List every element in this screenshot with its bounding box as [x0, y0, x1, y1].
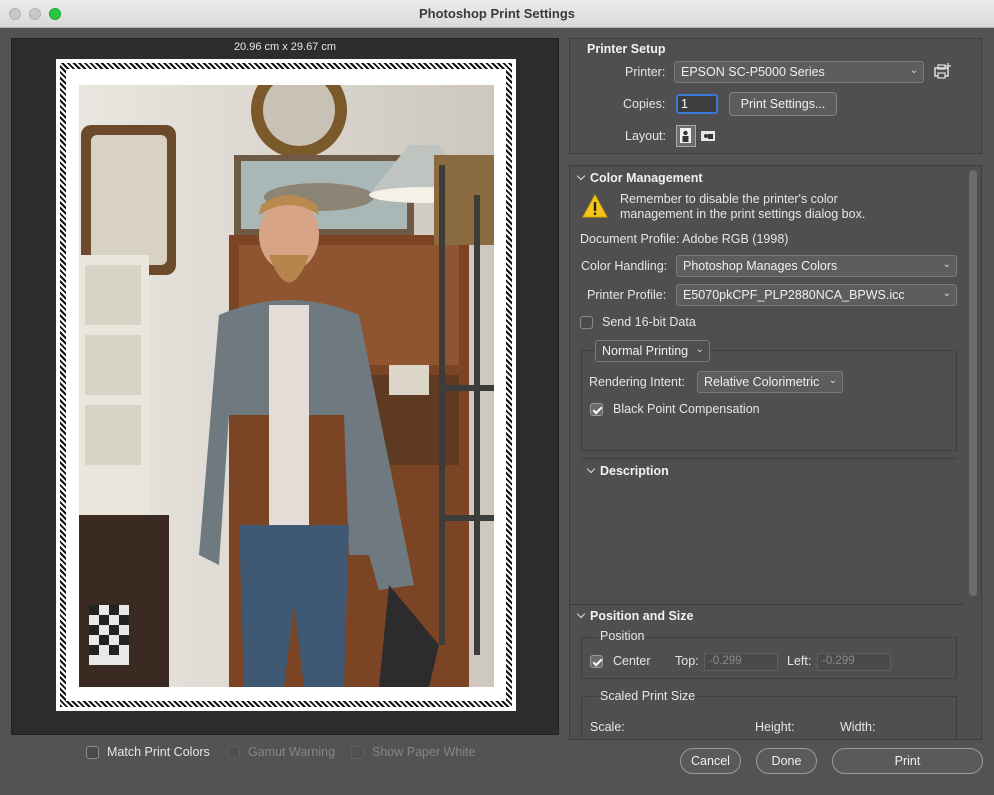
settings-scrollbar[interactable] [969, 170, 977, 596]
send-16bit-label: Send 16-bit Data [602, 315, 696, 329]
match-print-colors-checkbox[interactable] [86, 745, 99, 759]
normal-printing-select[interactable]: Normal Printing ⌄ [595, 340, 710, 362]
printer-select-value: EPSON SC-P5000 Series [681, 65, 825, 79]
rendering-intent-value: Relative Colorimetric [704, 375, 820, 389]
color-warning-text: Remember to disable the printer's color … [620, 192, 866, 221]
chevron-down-icon [576, 171, 586, 181]
description-title: Description [600, 464, 669, 478]
normal-printing-group [581, 350, 957, 451]
printer-profile-label: Printer Profile: [587, 288, 667, 302]
printer-setup-panel: Printer Setup Printer: EPSON SC-P5000 Se… [569, 38, 982, 154]
top-field: -0.299 [704, 653, 778, 671]
gamut-warning-label: Gamut Warning [248, 745, 336, 759]
rendering-intent-select[interactable]: Relative Colorimetric ⌄ [697, 371, 843, 393]
cancel-button[interactable]: Cancel [680, 748, 741, 774]
window-title: Photoshop Print Settings [419, 6, 575, 21]
description-divider [581, 458, 957, 459]
show-paper-white-checkbox [351, 745, 364, 759]
title-bar: Photoshop Print Settings [0, 0, 994, 28]
copies-label: Copies: [623, 97, 666, 111]
top-label: Top: [675, 654, 699, 668]
portrait-photo [79, 85, 494, 687]
printer-setup-header: Printer Setup [587, 42, 666, 56]
chevron-down-icon: ⌄ [942, 288, 951, 299]
left-label: Left: [787, 654, 812, 668]
gamut-warning-option: Gamut Warning [227, 745, 335, 759]
black-point-option[interactable]: Black Point Compensation [590, 402, 760, 416]
scaled-print-size-label: Scaled Print Size [599, 689, 697, 703]
document-profile-text: Document Profile: Adobe RGB (1998) [580, 232, 789, 246]
done-button[interactable]: Done [756, 748, 817, 774]
scale-label: Scale: [590, 720, 625, 734]
printer-select[interactable]: EPSON SC-P5000 Series ⌄ [674, 61, 924, 83]
preview-image[interactable] [79, 85, 494, 687]
section-divider [570, 604, 964, 605]
black-point-checkbox[interactable] [590, 402, 603, 416]
color-handling-value: Photoshop Manages Colors [683, 259, 838, 273]
printer-profile-select[interactable]: E5070pkCPF_PLP2880NCA_BPWS.icc ⌄ [676, 284, 957, 306]
show-paper-white-label: Show Paper White [372, 745, 476, 759]
match-print-colors-option[interactable]: Match Print Colors [86, 745, 210, 759]
match-print-colors-label: Match Print Colors [107, 745, 210, 759]
chevron-down-icon: ⌄ [695, 344, 704, 355]
landscape-layout-icon[interactable] [700, 128, 716, 144]
position-size-header[interactable]: Position and Size [576, 609, 694, 623]
color-handling-label: Color Handling: [581, 259, 668, 273]
copies-input[interactable]: 1 [676, 94, 718, 114]
center-label: Center [613, 654, 651, 668]
send-16bit-option[interactable]: Send 16-bit Data [580, 315, 696, 329]
width-label: Width: [840, 720, 876, 734]
chevron-down-icon: ⌄ [909, 65, 918, 76]
color-handling-select[interactable]: Photoshop Manages Colors ⌄ [676, 255, 957, 277]
center-checkbox[interactable] [590, 654, 603, 668]
portrait-layout-icon[interactable] [676, 125, 696, 147]
color-management-header[interactable]: Color Management [576, 171, 703, 185]
send-16bit-checkbox[interactable] [580, 315, 593, 329]
chevron-down-icon: ⌄ [828, 375, 837, 386]
chevron-down-icon [586, 464, 596, 474]
center-option[interactable]: Center [590, 654, 651, 668]
height-label: Height: [755, 720, 795, 734]
show-paper-white-option: Show Paper White [351, 745, 476, 759]
gamut-warning-checkbox [227, 745, 240, 759]
print-settings-button[interactable]: Print Settings... [729, 92, 837, 116]
position-label: Position [599, 629, 646, 643]
printer-profile-value: E5070pkCPF_PLP2880NCA_BPWS.icc [683, 288, 905, 302]
left-field: -0.299 [817, 653, 891, 671]
black-point-label: Black Point Compensation [613, 402, 760, 416]
normal-printing-value: Normal Printing [602, 344, 689, 358]
rendering-intent-label: Rendering Intent: [589, 375, 685, 389]
paper-sheet [56, 59, 516, 711]
print-preview: 20.96 cm x 29.67 cm [11, 38, 559, 735]
paper-dimensions-label: 20.96 cm x 29.67 cm [233, 41, 337, 53]
layout-label: Layout: [625, 129, 667, 143]
warning-icon [582, 194, 608, 218]
add-printer-icon[interactable] [933, 62, 953, 80]
chevron-down-icon [576, 609, 586, 619]
printer-label: Printer: [625, 65, 666, 79]
color-management-title: Color Management [590, 171, 703, 185]
print-button[interactable]: Print [832, 748, 983, 774]
chevron-down-icon: ⌄ [942, 259, 951, 270]
description-header[interactable]: Description [586, 464, 669, 478]
settings-scroll-panel[interactable]: Color Management Remember to disable the… [569, 165, 982, 740]
position-size-title: Position and Size [590, 609, 694, 623]
